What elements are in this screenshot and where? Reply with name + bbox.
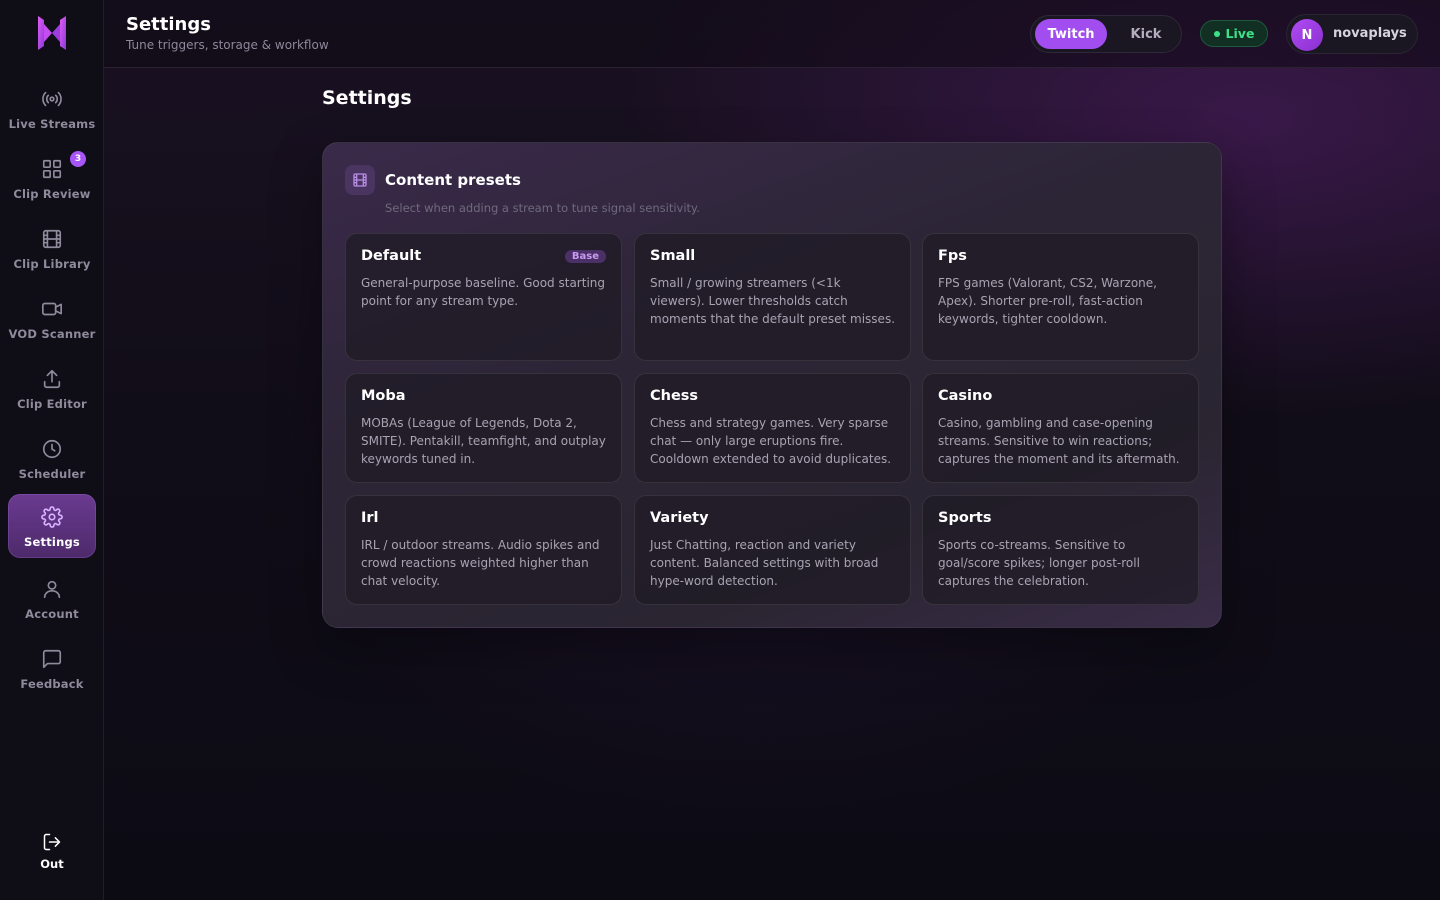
- sidebar-item-label: Settings: [24, 535, 80, 549]
- preset-description: Casino, gambling and case-opening stream…: [938, 416, 1180, 466]
- preset-description: FPS games (Valorant, CS2, Warzone, Apex)…: [938, 276, 1157, 326]
- preset-card-fps[interactable]: Fps FPS games (Valorant, CS2, Warzone, A…: [922, 233, 1199, 361]
- notification-badge: 3: [70, 151, 86, 167]
- live-label: Live: [1225, 26, 1255, 41]
- preset-name: Small: [650, 248, 696, 264]
- preset-name: Variety: [650, 510, 709, 526]
- sidebar-item-clip-library[interactable]: Clip Library: [8, 220, 96, 284]
- sidebar-item-scheduler[interactable]: Scheduler: [8, 430, 96, 494]
- live-status-badge: Live: [1200, 20, 1268, 47]
- sidebar-item-clip-editor[interactable]: Clip Editor: [8, 360, 96, 424]
- app-logo[interactable]: [36, 14, 68, 52]
- preset-card-casino[interactable]: Casino Casino, gambling and case-opening…: [922, 373, 1199, 483]
- preset-description: Just Chatting, reaction and variety cont…: [650, 538, 879, 588]
- platform-twitch-button[interactable]: Twitch: [1035, 19, 1107, 49]
- sidebar-item-label: Live Streams: [8, 117, 96, 131]
- user-icon: [43, 580, 61, 599]
- message-icon: [42, 649, 62, 669]
- sidebar-item-label: Account: [25, 607, 79, 621]
- preset-description: Chess and strategy games. Very sparse ch…: [650, 416, 892, 466]
- sidebar: Live Streams 3 Clip Review Clip Library …: [0, 0, 104, 900]
- sidebar-item-label: Scheduler: [18, 467, 86, 481]
- page-title: Settings: [126, 14, 211, 35]
- preset-description: Sports co-streams. Sensitive to goal/sco…: [938, 538, 1140, 588]
- platform-kick-button[interactable]: Kick: [1111, 19, 1181, 49]
- avatar: N: [1291, 19, 1323, 51]
- preset-name: Moba: [361, 388, 406, 404]
- broadcast-icon: [42, 91, 62, 107]
- sidebar-item-label: Feedback: [20, 677, 84, 691]
- sidebar-item-label: VOD Scanner: [8, 327, 96, 341]
- sign-out-button[interactable]: Out: [8, 826, 96, 878]
- preset-name: Casino: [938, 388, 993, 404]
- preset-card-moba[interactable]: Moba MOBAs (League of Legends, Dota 2, S…: [345, 373, 622, 483]
- preset-card-irl[interactable]: Irl IRL / outdoor streams. Audio spikes …: [345, 495, 622, 605]
- sidebar-item-label: Clip Library: [13, 257, 91, 271]
- video-camera-icon: [42, 302, 62, 316]
- preset-name: Fps: [938, 248, 967, 264]
- preset-name: Irl: [361, 510, 379, 526]
- preset-description: IRL / outdoor streams. Audio spikes and …: [361, 538, 600, 588]
- logout-icon: [43, 833, 61, 851]
- preset-description: General-purpose baseline. Good starting …: [361, 276, 605, 308]
- section-title: Settings: [322, 87, 412, 109]
- gear-icon: [41, 506, 63, 528]
- preset-card-sports[interactable]: Sports Sports co-streams. Sensitive to g…: [922, 495, 1199, 605]
- preset-card-small[interactable]: Small Small / growing streamers (<1k vie…: [634, 233, 911, 361]
- sidebar-item-label: Clip Review: [13, 187, 91, 201]
- sidebar-item-clip-review[interactable]: 3 Clip Review: [8, 150, 96, 214]
- preset-card-variety[interactable]: Variety Just Chatting, reaction and vari…: [634, 495, 911, 605]
- film-icon: [345, 165, 375, 195]
- panel-title: Content presets: [385, 171, 521, 189]
- preset-name: Chess: [650, 388, 699, 404]
- base-badge: Base: [564, 250, 606, 263]
- sidebar-item-account[interactable]: Account: [8, 570, 96, 634]
- sign-out-label: Out: [40, 857, 64, 871]
- user-menu[interactable]: N novaplays: [1286, 14, 1418, 54]
- page-subtitle: Tune triggers, storage & workflow: [126, 38, 329, 52]
- upload-icon: [43, 369, 61, 389]
- preset-description: MOBAs (League of Legends, Dota 2, SMITE)…: [361, 416, 606, 466]
- sidebar-item-live-streams[interactable]: Live Streams: [8, 80, 96, 144]
- content-presets-panel: Content presets Select when adding a str…: [322, 142, 1222, 628]
- preset-card-default[interactable]: Default Base General-purpose baseline. G…: [345, 233, 622, 361]
- clock-icon: [42, 439, 62, 459]
- sidebar-item-settings[interactable]: Settings: [8, 494, 96, 558]
- topbar: Settings Tune triggers, storage & workfl…: [104, 0, 1440, 68]
- panel-subtitle: Select when adding a stream to tune sign…: [385, 201, 700, 215]
- preset-name: Sports: [938, 510, 992, 526]
- preset-name: Default: [361, 248, 422, 264]
- live-dot-icon: [1213, 30, 1220, 37]
- film-icon: [42, 229, 62, 249]
- sidebar-item-label: Clip Editor: [17, 397, 87, 411]
- preset-description: Small / growing streamers (<1k viewers).…: [650, 276, 896, 326]
- preset-card-chess[interactable]: Chess Chess and strategy games. Very spa…: [634, 373, 911, 483]
- grid-icon: [42, 159, 62, 179]
- sidebar-item-feedback[interactable]: Feedback: [8, 640, 96, 704]
- username: novaplays: [1333, 26, 1407, 41]
- sidebar-item-vod-scanner[interactable]: VOD Scanner: [8, 290, 96, 354]
- platform-toggle: Twitch Kick: [1030, 15, 1182, 53]
